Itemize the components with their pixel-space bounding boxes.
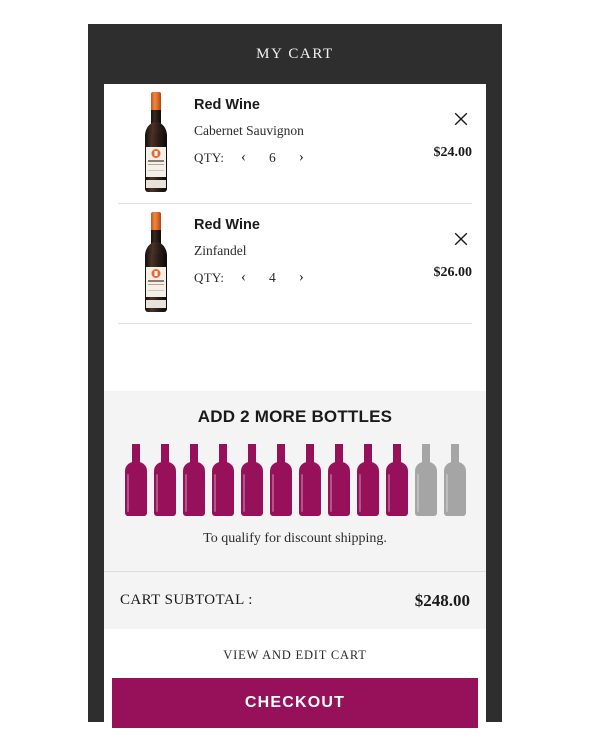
bottle-filled-icon [356, 444, 380, 516]
product-name: Red Wine [194, 217, 260, 233]
bottle-empty-icon [443, 444, 467, 516]
chevron-left-icon[interactable]: ‹ [233, 150, 253, 165]
cart-subtotal-row: CART SUBTOTAL : $248.00 [104, 571, 486, 629]
item-right-column: $24.00 [402, 84, 472, 203]
bottle-progress-meter [104, 444, 486, 516]
wine-bottle-photo-icon [143, 212, 169, 312]
item-price: $24.00 [433, 145, 473, 160]
cart-panel: Red Wine Cabernet Sauvignon QTY: ‹ 6 › $… [104, 84, 486, 736]
view-and-edit-cart-link[interactable]: VIEW AND EDIT CART [112, 629, 478, 678]
bottle-filled-icon [327, 444, 351, 516]
wine-bottle-photo-icon [143, 92, 169, 192]
chevron-right-icon[interactable]: › [291, 270, 311, 285]
subtotal-value: $248.00 [414, 590, 470, 610]
bottle-filled-icon [124, 444, 148, 516]
bottle-filled-icon [211, 444, 235, 516]
product-info: Red Wine Zinfandel QTY: ‹ 4 › [194, 204, 402, 286]
bottle-filled-icon [153, 444, 177, 516]
subtotal-label: CART SUBTOTAL : [120, 592, 253, 608]
bottle-empty-icon [414, 444, 438, 516]
quantity-stepper: QTY: ‹ 4 › [194, 270, 402, 286]
cart-actions: VIEW AND EDIT CART CHECKOUT [104, 629, 486, 728]
checkout-button[interactable]: CHECKOUT [112, 678, 478, 728]
close-icon[interactable] [452, 230, 470, 248]
chevron-right-icon[interactable]: › [291, 150, 311, 165]
product-info: Red Wine Cabernet Sauvignon QTY: ‹ 6 › [194, 84, 402, 166]
item-right-column: $26.00 [402, 204, 472, 323]
product-thumbnail [118, 90, 194, 194]
quantity-value[interactable]: 4 [262, 270, 282, 286]
bottle-filled-icon [240, 444, 264, 516]
bottle-filled-icon [182, 444, 206, 516]
bottle-filled-icon [269, 444, 293, 516]
promo-note: To qualify for discount shipping. [203, 531, 387, 546]
page-title: MY CART [256, 45, 334, 62]
cart-item-row[interactable]: Red Wine Cabernet Sauvignon QTY: ‹ 6 › $… [118, 84, 472, 204]
quantity-label: QTY: [194, 269, 225, 285]
product-variant: Zinfandel [194, 242, 247, 258]
quantity-label: QTY: [194, 149, 225, 165]
bottle-filled-icon [385, 444, 409, 516]
chevron-left-icon[interactable]: ‹ [233, 270, 253, 285]
cart-item-row[interactable]: Red Wine Zinfandel QTY: ‹ 4 › $26.00 [118, 204, 472, 324]
item-price: $26.00 [433, 265, 473, 280]
product-variant: Cabernet Sauvignon [194, 122, 304, 138]
product-thumbnail [118, 210, 194, 314]
cart-items-list: Red Wine Cabernet Sauvignon QTY: ‹ 6 › $… [104, 84, 486, 391]
close-icon[interactable] [452, 110, 470, 128]
bottle-filled-icon [298, 444, 322, 516]
product-name: Red Wine [194, 97, 260, 113]
shipping-promo-section: ADD 2 MORE BOTTLES To qualify for discou… [104, 391, 486, 571]
promo-title: ADD 2 MORE BOTTLES [197, 407, 393, 426]
cart-header: MY CART [88, 24, 502, 84]
quantity-stepper: QTY: ‹ 6 › [194, 150, 402, 166]
quantity-value[interactable]: 6 [262, 150, 282, 166]
mini-cart-dialog: MY CART Red Wine Cabernet Sauvignon QTY:… [88, 24, 502, 736]
